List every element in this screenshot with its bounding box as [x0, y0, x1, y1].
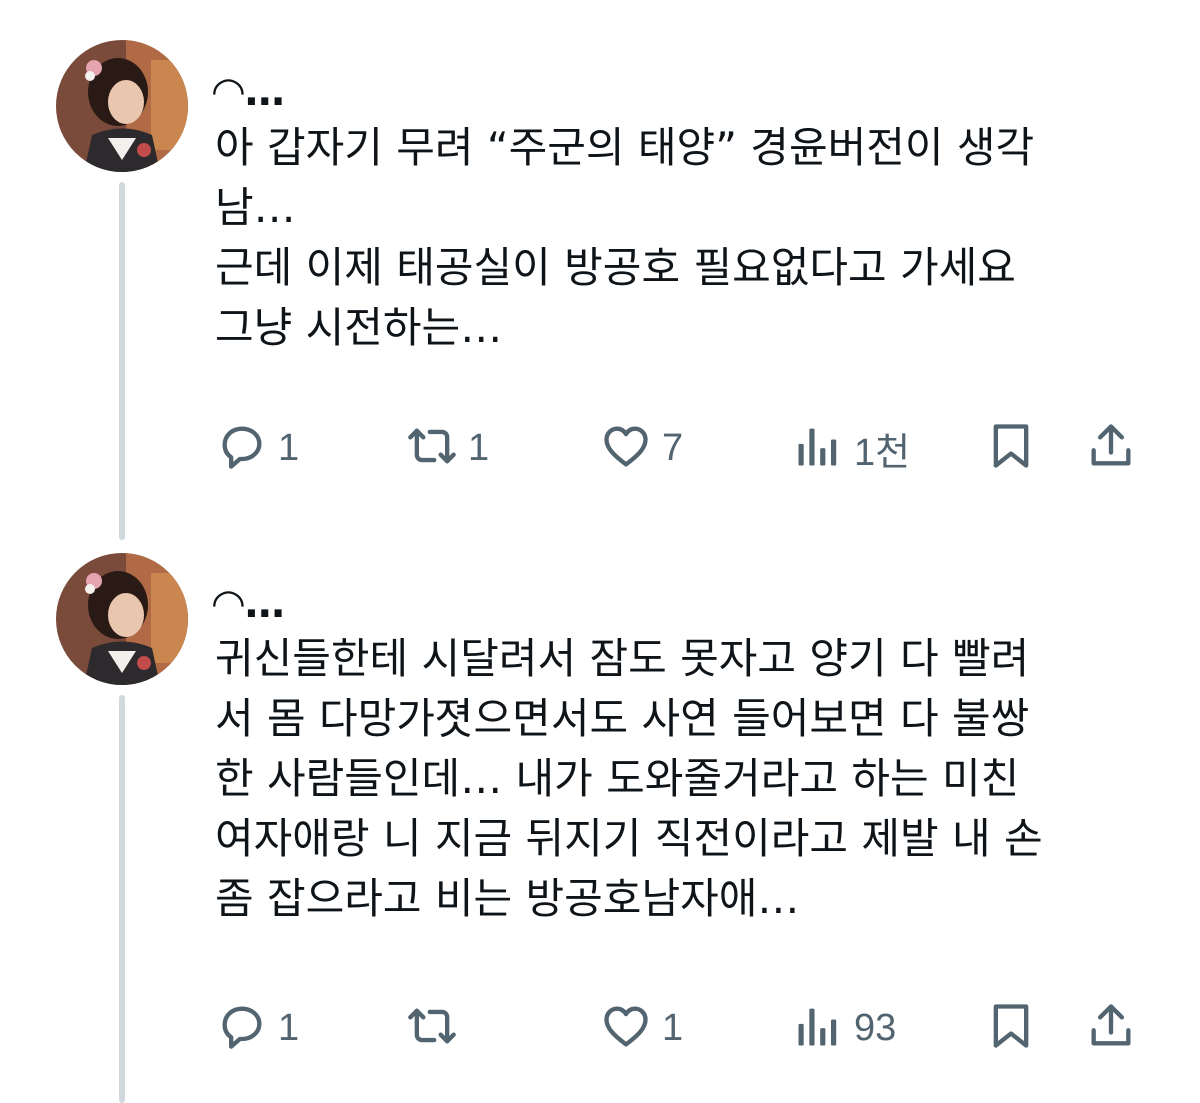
tweet[interactable]: ◠… 귀신들한테 시달려서 잠도 못자고 양기 다 빨려 서 몸 다망가졋으면서… [0, 540, 1200, 1103]
share-button[interactable] [1085, 418, 1137, 478]
views-count: 93 [854, 1006, 897, 1049]
avatar[interactable] [56, 553, 188, 685]
views-icon [792, 420, 844, 476]
avatar-image [56, 553, 188, 685]
bookmark-icon [985, 1000, 1037, 1056]
retweet-icon [406, 420, 458, 476]
views-button[interactable]: 1천 [792, 418, 910, 478]
reply-count: 1 [278, 426, 300, 469]
author-name[interactable]: ◠… [213, 584, 286, 624]
share-icon [1085, 1000, 1137, 1056]
tweet-actions: 1 1 93 [0, 998, 1200, 1058]
bookmark-button[interactable] [985, 998, 1037, 1058]
reply-button[interactable]: 1 [216, 418, 299, 478]
tweet-actions: 1 1 7 1천 [0, 418, 1200, 478]
retweet-button[interactable]: 1 [406, 418, 489, 478]
like-button[interactable]: 7 [600, 418, 683, 478]
reply-icon [216, 1000, 268, 1056]
like-count: 1 [662, 1006, 684, 1049]
reply-count: 1 [278, 1006, 300, 1049]
avatar[interactable] [56, 40, 188, 172]
views-count: 1천 [854, 431, 911, 474]
retweet-icon [406, 1000, 458, 1056]
retweet-count: 1 [468, 426, 490, 469]
tweet-text: 아 갑자기 무려 “주군의 태양” 경윤버전이 생각 남… 근데 이제 태공실이… [215, 123, 1035, 352]
like-count: 7 [662, 426, 684, 469]
tweet[interactable]: ◠… 아 갑자기 무려 “주군의 태양” 경윤버전이 생각 남… 근데 이제 태… [0, 0, 1200, 520]
share-button[interactable] [1085, 998, 1137, 1058]
heart-icon [600, 420, 652, 476]
like-button[interactable]: 1 [600, 998, 683, 1058]
retweet-button[interactable] [406, 998, 468, 1058]
tweet-text: 귀신들한테 시달려서 잠도 못자고 양기 다 빨려 서 몸 다망가졋으면서도 사… [215, 634, 1043, 923]
author-name[interactable]: ◠… [213, 72, 286, 112]
bookmark-button[interactable] [985, 418, 1037, 478]
reply-icon [216, 420, 268, 476]
bookmark-icon [985, 420, 1037, 476]
views-button[interactable]: 93 [792, 998, 896, 1058]
views-icon [792, 1000, 844, 1056]
avatar-image [56, 40, 188, 172]
share-icon [1085, 420, 1137, 476]
heart-icon [600, 1000, 652, 1056]
reply-button[interactable]: 1 [216, 998, 299, 1058]
